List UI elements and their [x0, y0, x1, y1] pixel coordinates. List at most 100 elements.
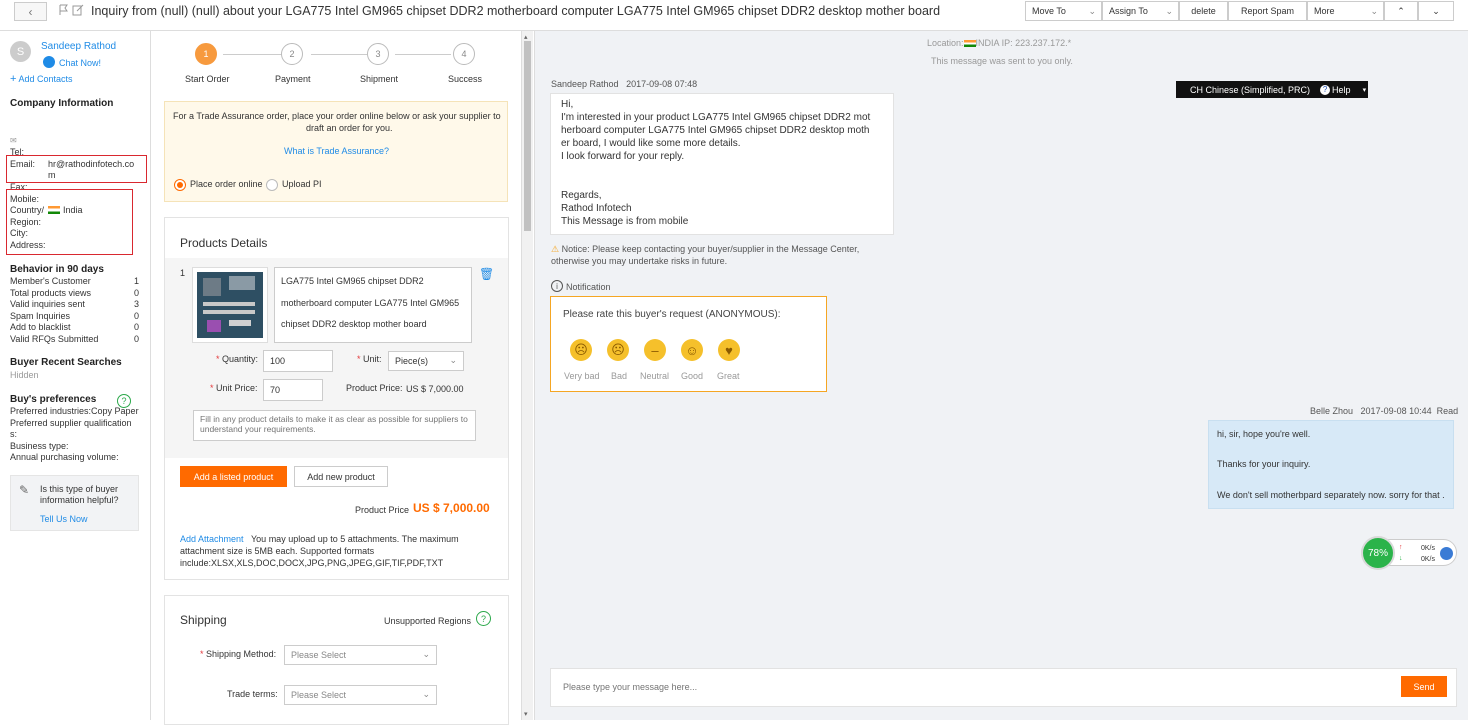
tell-us-now-link[interactable]: Tell Us Now	[40, 514, 88, 524]
product-details-textarea[interactable]	[193, 410, 476, 441]
inquiry-subject: Inquiry from (null) (null) about your LG…	[91, 4, 941, 18]
product-price-label: Product Price:	[346, 383, 403, 393]
product-index: 1	[180, 268, 186, 278]
message1-time: 2017-09-08 07:48	[626, 79, 698, 89]
notification-label: Notification	[566, 282, 611, 292]
product-name-line1: LGA775 Intel GM965 chipset DDR2	[281, 276, 424, 286]
move-to-label: Move To	[1032, 6, 1066, 16]
chat-icon[interactable]	[43, 56, 55, 68]
report-spam-label: Report Spam	[1240, 6, 1295, 16]
buyer-info-panel: S Sandeep Rathod Chat Now! + Add Contact…	[0, 31, 151, 720]
place-order-radio[interactable]	[174, 179, 186, 191]
bad-emoji-icon[interactable]: ☹	[607, 339, 629, 361]
unit-price-input[interactable]: 70	[263, 379, 323, 401]
city-label: City:	[10, 228, 28, 238]
edit-icon[interactable]	[72, 4, 84, 16]
shipping-method-label: Shipping Method:	[206, 649, 277, 659]
unit-label: Unit:	[363, 354, 382, 364]
help-label[interactable]: Help	[1332, 85, 1351, 95]
upload-pi-radio[interactable]	[266, 179, 278, 191]
add-new-product-button[interactable]: Add new product	[294, 466, 388, 487]
message-input[interactable]	[555, 675, 1375, 699]
rating-very-bad[interactable]: Very bad	[564, 371, 600, 381]
rating-great[interactable]: Great	[717, 371, 740, 381]
chat-now-link[interactable]: Chat Now!	[59, 58, 101, 68]
feedback-icon: ✎	[19, 483, 30, 497]
message1-line: er board, I would like some more details…	[561, 138, 741, 149]
back-button[interactable]: ‹	[14, 2, 47, 21]
chevron-up-icon: ⌃	[1397, 5, 1405, 16]
add-listed-product-button[interactable]: Add a listed product	[180, 466, 287, 487]
previous-button[interactable]: ⌃	[1384, 1, 1418, 21]
contact-name[interactable]: Sandeep Rathod	[41, 41, 116, 52]
sent-notice: This message was sent to you only.	[931, 56, 1073, 66]
chevron-down-icon[interactable]: ▾	[1363, 86, 1367, 94]
unit-select[interactable]: Piece(s) ⌄	[388, 351, 464, 371]
message1-header: Sandeep Rathod 2017-09-08 07:48	[551, 79, 697, 89]
shipping-method-select[interactable]: Please Select ⌄	[284, 645, 437, 665]
message1-line: herboard computer LGA775 Intel GM965 chi…	[561, 125, 870, 136]
avatar: S	[10, 41, 31, 62]
unsupported-regions-label: Unsupported Regions	[384, 616, 472, 626]
delete-button[interactable]: delete	[1179, 1, 1228, 21]
step-4-circle: 4	[453, 43, 475, 65]
contact-card-icon: ✉	[10, 136, 17, 145]
product-image	[192, 267, 268, 343]
help-icon[interactable]: ?	[476, 611, 491, 626]
great-emoji-icon[interactable]: ♥	[718, 339, 740, 361]
trash-icon[interactable]: 🗑	[479, 267, 494, 281]
message1-line: I look forward for your reply.	[561, 151, 685, 162]
upload-speed: 0K/s	[1421, 545, 1436, 552]
send-button[interactable]: Send	[1401, 676, 1447, 697]
help-icon[interactable]: ?	[1320, 84, 1331, 95]
order-panel-scrollbar[interactable]: ▴ ▾	[521, 31, 533, 720]
message1-line: I'm interested in your product LGA775 In…	[561, 112, 871, 123]
scrollbar-thumb[interactable]	[524, 41, 531, 231]
good-emoji-icon[interactable]: ☺	[681, 339, 703, 361]
trade-assurance-line1: For a Trade Assurance order, place your …	[173, 111, 501, 121]
widget-boost-icon[interactable]	[1440, 547, 1453, 560]
behavior-title: Behavior in 90 days	[10, 264, 104, 275]
move-to-dropdown[interactable]: Move To ⌄	[1025, 1, 1102, 21]
rating-neutral[interactable]: Neutral	[640, 371, 669, 381]
feedback-line1: Is this type of buyer	[40, 484, 119, 494]
more-dropdown[interactable]: More ⌄	[1307, 1, 1384, 21]
scroll-up-icon[interactable]: ▴	[524, 33, 528, 41]
pref-annual-volume: Annual purchasing volume:	[10, 452, 119, 462]
add-contacts-link[interactable]: + Add Contacts	[10, 73, 72, 85]
quantity-input[interactable]: 100	[263, 350, 333, 372]
flag-icon[interactable]	[58, 4, 70, 16]
rating-bad[interactable]: Bad	[611, 371, 627, 381]
add-attachment-link[interactable]: Add Attachment	[180, 534, 244, 544]
trade-terms-select[interactable]: Please Select ⌄	[284, 685, 437, 705]
message2-time: 2017-09-08 10:44	[1360, 406, 1432, 416]
scroll-down-icon[interactable]: ▾	[524, 710, 528, 718]
assign-to-dropdown[interactable]: Assign To ⌄	[1102, 1, 1179, 21]
speed-widget-percent[interactable]: 78%	[1361, 536, 1395, 570]
order-panel: 1 2 3 4 Start Order Payment Shipment Suc…	[152, 31, 533, 725]
unit-value: Piece(s)	[395, 356, 429, 366]
next-button[interactable]: ⌄	[1418, 1, 1454, 21]
pref-qualification-line2: s:	[10, 429, 18, 439]
plus-icon: +	[10, 73, 17, 85]
step-2-circle: 2	[281, 43, 303, 65]
step-1-circle: 1	[195, 43, 217, 65]
message2-header: Belle Zhou 2017-09-08 10:44 Read	[1310, 406, 1458, 416]
step-connector	[311, 54, 367, 55]
chevron-down-icon: ⌄	[422, 649, 430, 659]
report-spam-button[interactable]: Report Spam	[1228, 1, 1307, 21]
recent-searches-value: Hidden	[10, 370, 39, 380]
neutral-emoji-icon[interactable]: ‒	[644, 339, 666, 361]
step-3-circle: 3	[367, 43, 389, 65]
language-bar[interactable]: CH Chinese (Simplified, PRC) ? Help ▾	[1176, 81, 1368, 98]
delete-label: delete	[1191, 6, 1216, 16]
behavior-label: Total products views	[10, 287, 92, 298]
chevron-down-icon: ⌄	[1432, 5, 1440, 16]
add-contacts-label: Add Contacts	[18, 74, 73, 84]
attachment-note-line3: include:XLSX,XLS,DOC,DOCX,JPG,PNG,JPEG,G…	[180, 558, 444, 568]
company-info-title: Company Information	[10, 98, 114, 109]
what-is-trade-assurance-link[interactable]: What is Trade Assurance?	[284, 146, 389, 156]
rating-good[interactable]: Good	[681, 371, 703, 381]
email-value-line2: m	[48, 170, 56, 180]
very-bad-emoji-icon[interactable]: ☹	[570, 339, 592, 361]
